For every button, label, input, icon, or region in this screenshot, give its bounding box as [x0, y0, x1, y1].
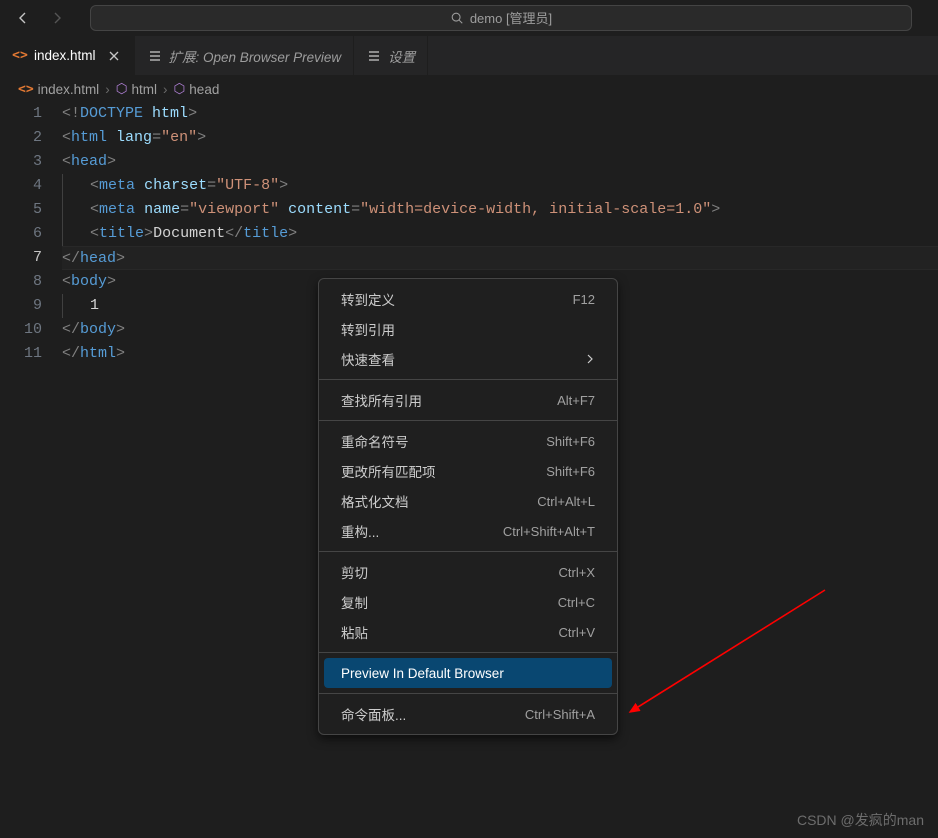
line-number: 8: [0, 270, 42, 294]
breadcrumb-separator: ›: [105, 82, 110, 97]
menu-item[interactable]: Preview In Default Browser: [324, 658, 612, 688]
tab-0[interactable]: <> index.html: [0, 36, 135, 75]
tab-1[interactable]: 扩展: Open Browser Preview: [135, 36, 355, 75]
menu-item-shortcut: Alt+F7: [557, 393, 595, 408]
menu-item-shortcut: Ctrl+X: [559, 565, 595, 580]
menu-item-label: 更改所有匹配项: [341, 461, 436, 481]
menu-item-shortcut: Ctrl+Shift+Alt+T: [503, 524, 595, 539]
code-line[interactable]: <!DOCTYPE html>: [62, 102, 938, 126]
line-number: 9: [0, 294, 42, 318]
line-number: 1: [0, 102, 42, 126]
menu-item-shortcut: Ctrl+Alt+L: [537, 494, 595, 509]
menu-item-shortcut: Shift+F6: [546, 464, 595, 479]
menu-item[interactable]: 更改所有匹配项 Shift+F6: [319, 456, 617, 486]
menu-separator: [319, 420, 617, 421]
line-number: 4: [0, 174, 42, 198]
line-number-gutter: 1234567891011: [0, 102, 62, 366]
menu-item[interactable]: 转到引用: [319, 314, 617, 344]
menu-item-label: 转到引用: [341, 319, 395, 339]
menu-item[interactable]: 粘贴 Ctrl+V: [319, 617, 617, 647]
menu-item[interactable]: 查找所有引用 Alt+F7: [319, 385, 617, 415]
line-number: 5: [0, 198, 42, 222]
chevron-right-icon: [585, 354, 595, 364]
symbol-icon: ⬡: [116, 81, 128, 97]
line-number: 11: [0, 342, 42, 366]
menu-item-label: 重命名符号: [341, 431, 409, 451]
breadcrumb-label: html: [131, 82, 157, 97]
line-number: 2: [0, 126, 42, 150]
menu-item-label: 格式化文档: [341, 491, 409, 511]
menu-item-shortcut: Shift+F6: [546, 434, 595, 449]
code-line[interactable]: <title>Document</title>: [62, 222, 938, 246]
breadcrumb-item[interactable]: ⬡html: [116, 81, 157, 97]
breadcrumb-item[interactable]: <> index.html: [18, 82, 99, 97]
title-bar: demo [管理员]: [0, 0, 938, 36]
nav-forward-icon: [48, 9, 66, 27]
list-icon: [147, 48, 163, 64]
menu-item[interactable]: 剪切 Ctrl+X: [319, 557, 617, 587]
tab-label: 扩展: Open Browser Preview: [169, 46, 342, 66]
editor-context-menu: 转到定义 F12 转到引用快速查看查找所有引用 Alt+F7 重命名符号 Shift+F6…: [318, 278, 618, 735]
code-line[interactable]: <html lang="en">: [62, 126, 938, 150]
menu-item-label: Preview In Default Browser: [341, 666, 504, 681]
menu-separator: [319, 693, 617, 694]
watermark: CSDN @发疯的man: [797, 810, 924, 830]
annotation-arrow: [615, 580, 835, 740]
list-icon: [366, 48, 382, 64]
code-line[interactable]: </head>: [62, 246, 938, 270]
menu-item-shortcut: Ctrl+Shift+A: [525, 707, 595, 722]
menu-item-label: 剪切: [341, 562, 368, 582]
menu-item[interactable]: 复制 Ctrl+C: [319, 587, 617, 617]
menu-item[interactable]: 重构... Ctrl+Shift+Alt+T: [319, 516, 617, 546]
tab-label: 设置: [388, 46, 415, 66]
menu-item-label: 查找所有引用: [341, 390, 422, 410]
menu-item[interactable]: 转到定义 F12: [319, 284, 617, 314]
breadcrumb-label: head: [189, 82, 219, 97]
menu-item-label: 快速查看: [341, 349, 395, 369]
breadcrumb-label: index.html: [38, 82, 100, 97]
menu-item-label: 复制: [341, 592, 368, 612]
tab-bar: <> index.html 扩展: Open Browser Preview 设置: [0, 36, 938, 76]
command-center-label: demo [管理员]: [470, 8, 552, 27]
line-number: 7: [0, 246, 42, 270]
html-file-icon: <>: [12, 48, 28, 64]
symbol-icon: ⬡: [174, 81, 186, 97]
menu-item[interactable]: 命令面板... Ctrl+Shift+A: [319, 699, 617, 729]
close-icon[interactable]: [106, 48, 122, 64]
nav-back-icon[interactable]: [14, 9, 32, 27]
menu-separator: [319, 379, 617, 380]
breadcrumb-item[interactable]: ⬡head: [174, 81, 220, 97]
line-number: 3: [0, 150, 42, 174]
breadcrumb-separator: ›: [163, 82, 168, 97]
menu-item-label: 粘贴: [341, 622, 368, 642]
line-number: 6: [0, 222, 42, 246]
tab-2[interactable]: 设置: [354, 36, 428, 75]
menu-item[interactable]: 格式化文档 Ctrl+Alt+L: [319, 486, 617, 516]
search-icon: [450, 11, 464, 25]
menu-item-shortcut: Ctrl+C: [558, 595, 595, 610]
code-line[interactable]: <head>: [62, 150, 938, 174]
menu-item[interactable]: 快速查看: [319, 344, 617, 374]
nav-arrows: [8, 9, 72, 27]
menu-item[interactable]: 重命名符号 Shift+F6: [319, 426, 617, 456]
breadcrumb: <>index.html›⬡html›⬡head: [0, 76, 938, 102]
menu-item-shortcut: Ctrl+V: [559, 625, 595, 640]
command-center[interactable]: demo [管理员]: [90, 5, 912, 31]
code-line[interactable]: <meta charset="UTF-8">: [62, 174, 938, 198]
code-line[interactable]: <meta name="viewport" content="width=dev…: [62, 198, 938, 222]
line-number: 10: [0, 318, 42, 342]
tab-label: index.html: [34, 48, 96, 63]
menu-item-label: 命令面板...: [341, 704, 406, 724]
menu-item-shortcut: F12: [573, 292, 595, 307]
menu-item-label: 转到定义: [341, 289, 395, 309]
menu-separator: [319, 551, 617, 552]
html-file-icon: <>: [18, 82, 34, 97]
menu-separator: [319, 652, 617, 653]
menu-item-label: 重构...: [341, 521, 379, 541]
